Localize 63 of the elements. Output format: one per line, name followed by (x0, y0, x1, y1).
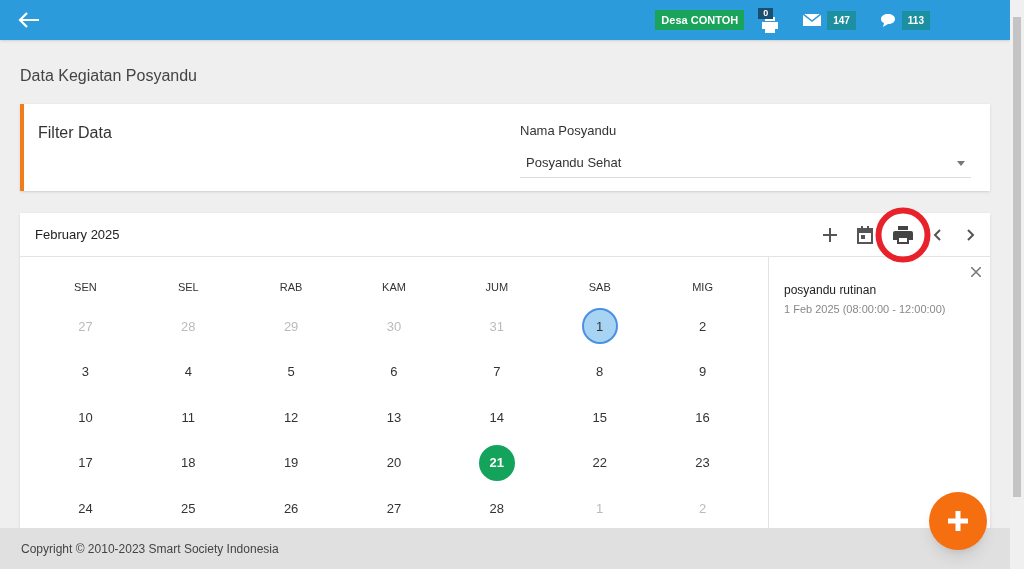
calendar-day[interactable]: 3 (67, 353, 104, 390)
weekday-label: SEN (74, 280, 97, 295)
back-arrow-icon[interactable] (18, 12, 40, 28)
count-badge: 147 (827, 10, 856, 30)
calendar-day[interactable]: 7 (478, 353, 515, 390)
calendar-day[interactable]: 20 (376, 444, 412, 481)
calendar-day[interactable]: 1 (581, 308, 618, 345)
calendar-day[interactable]: 10 (67, 399, 104, 436)
calendar-icon[interactable] (857, 225, 873, 244)
weekday-label: JUM (485, 280, 509, 295)
calendar-day[interactable]: 25 (170, 490, 207, 527)
chat-icon (879, 13, 896, 27)
calendar-day[interactable]: 9 (684, 353, 721, 390)
add-icon[interactable] (823, 227, 837, 242)
scrollbar-thumb[interactable] (1013, 17, 1021, 497)
weekday-label: SAB (588, 280, 611, 295)
notification-button[interactable]: 113 (879, 10, 930, 30)
calendar-day[interactable]: 4 (170, 353, 207, 390)
weekday-label: MIG (692, 280, 713, 295)
close-icon[interactable] (971, 267, 981, 277)
calendar-day[interactable]: 2 (684, 308, 721, 345)
calendar-day[interactable]: 6 (376, 353, 412, 390)
calendar-day[interactable]: 8 (581, 353, 618, 390)
calendar-day[interactable]: 15 (581, 399, 618, 436)
calendar-day[interactable]: 16 (684, 399, 721, 436)
month-title: February 2025 (35, 225, 120, 244)
weekday-label: SEL (177, 280, 199, 295)
weekday-label: RAB (279, 280, 303, 295)
event-title[interactable]: posyandu rutinan (784, 281, 877, 299)
calendar-day[interactable]: 28 (478, 490, 515, 527)
previous-icon[interactable] (933, 228, 941, 241)
printer-icon (761, 16, 780, 33)
calendar-day[interactable]: 5 (273, 353, 310, 390)
calendar-day[interactable]: 13 (376, 399, 412, 436)
plus-icon (948, 511, 968, 531)
caret-icon (957, 160, 965, 166)
calendar-day[interactable]: 17 (67, 444, 104, 481)
field-label: Nama Posyandu (520, 122, 617, 140)
calendar-day[interactable]: 12 (273, 399, 310, 436)
count-badge: 0 (758, 7, 774, 19)
calendar-day[interactable]: 18 (170, 444, 207, 481)
notification-button[interactable]: 147 (803, 10, 856, 30)
weekday-label: KAM (382, 280, 406, 295)
print-icon[interactable] (893, 225, 913, 244)
calendar-day[interactable]: 26 (273, 490, 310, 527)
calendar-day[interactable]: 11 (170, 399, 207, 436)
copyright-text: Copyright © 2010-2023 Smart Society Indonesia (21, 540, 279, 558)
notification-button[interactable]: 0 (758, 7, 780, 33)
calendar-day[interactable]: 22 (581, 444, 618, 481)
highlight-circle (875, 206, 931, 263)
calendar-day[interactable]: 19 (273, 444, 310, 481)
calendar-day[interactable]: 27 (376, 490, 412, 527)
calendar-day[interactable]: 14 (478, 399, 515, 436)
event-time: 1 Feb 2025 (08:00:00 - 12:00:00) (784, 302, 946, 317)
posyandu-dropdown[interactable]: Posyandu Sehat (520, 149, 971, 178)
next-icon[interactable] (967, 228, 975, 241)
mail-icon (803, 14, 822, 26)
village-badge: Desa CONTOH (655, 9, 745, 31)
calendar-day[interactable]: 23 (684, 444, 721, 481)
filter-title: Filter Data (38, 123, 113, 143)
calendar-day[interactable]: 24 (67, 490, 104, 527)
count-badge: 113 (901, 10, 930, 30)
page-title: Data Kegiatan Posyandu (20, 66, 197, 86)
